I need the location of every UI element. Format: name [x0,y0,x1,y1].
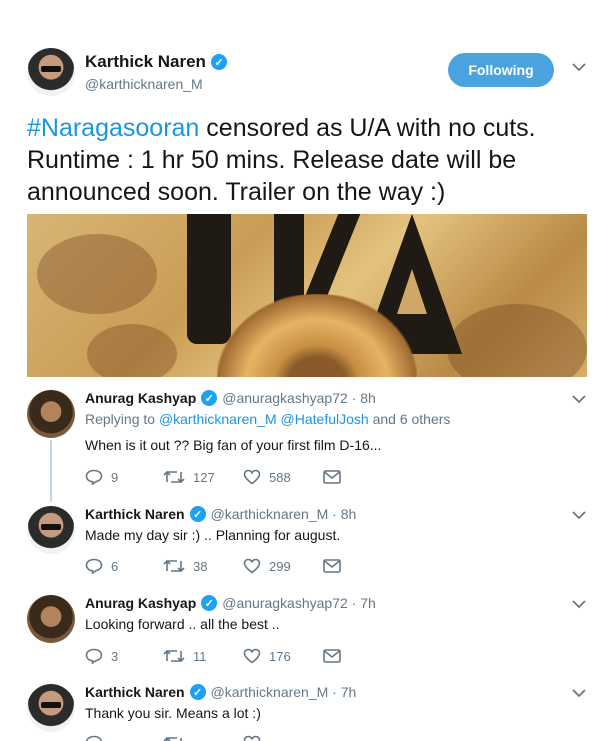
heart-icon [243,469,261,485]
reply-action[interactable] [85,735,163,741]
reply-action[interactable]: 3 [85,648,163,664]
retweet-action[interactable]: 38 [163,558,243,574]
chevron-down-icon[interactable] [572,62,586,72]
retweet-icon [163,470,185,484]
reply-text: Made my day sir :) .. Planning for augus… [85,527,341,543]
reply-author-handle[interactable]: @anuragkashyap72 · 8h [222,390,376,406]
verified-badge-icon: ✓ [201,390,218,406]
reply-author-handle[interactable]: @karthicknaren_M · 8h [211,506,357,522]
chevron-down-icon[interactable] [572,510,586,520]
chevron-down-icon[interactable] [572,688,586,698]
avatar[interactable] [27,48,75,96]
verified-badge-icon: ✓ [189,506,206,522]
retweet-icon [163,736,182,741]
reply-icon [85,469,103,485]
avatar[interactable] [27,506,75,554]
avatar[interactable] [27,390,75,438]
chevron-down-icon[interactable] [572,394,586,404]
avatar[interactable] [27,684,75,732]
message-action[interactable] [323,470,341,484]
avatar[interactable] [27,595,75,643]
reply-action[interactable]: 6 [85,558,163,574]
hashtag-link[interactable]: #Naragasooran [27,114,199,142]
reply-tweet[interactable]: Karthick Naren ✓ @karthicknaren_M · 7h T… [27,684,587,741]
envelope-icon [323,559,341,573]
reply-icon [85,648,103,664]
author-name[interactable]: Karthick Naren ✓ [85,52,227,72]
retweet-icon [163,559,185,573]
reply-tweet[interactable]: Anurag Kashyap ✓ @anuragkashyap72 · 8h R… [27,390,587,500]
reply-author-name[interactable]: Anurag Kashyap [85,390,196,406]
main-tweet-header: Karthick Naren ✓ @karthicknaren_M Follow… [27,48,587,98]
reply-action[interactable]: 9 [85,469,163,485]
reply-author-handle[interactable]: @anuragkashyap72 · 7h [222,595,376,611]
reply-author-handle[interactable]: @karthicknaren_M · 7h [211,684,357,700]
verified-badge-icon: ✓ [189,684,206,700]
heart-icon [243,648,261,664]
action-bar: 9 127 588 [85,469,341,485]
tweet-text: #Naragasooran censored as U/A with no cu… [27,114,536,206]
reply-author-name[interactable]: Karthick Naren [85,684,185,700]
action-bar [85,735,323,741]
retweet-icon [163,649,185,663]
action-bar: 6 38 299 [85,558,341,574]
retweet-action[interactable] [163,735,243,741]
reply-text: Looking forward .. all the best .. [85,616,280,632]
like-action[interactable]: 588 [243,469,323,485]
author-handle[interactable]: @karthicknaren_M [85,76,203,92]
reply-icon [85,558,103,574]
reply-tweet[interactable]: Anurag Kashyap ✓ @anuragkashyap72 · 7h L… [27,595,587,675]
like-action[interactable]: 176 [243,648,323,664]
mention-link[interactable]: @karthicknaren_M [159,411,277,427]
action-bar: 3 11 176 [85,648,341,664]
following-button[interactable]: Following [448,53,554,87]
verified-badge-icon: ✓ [201,595,218,611]
tweet-media-image[interactable] [27,214,587,377]
reply-author-name[interactable]: Anurag Kashyap [85,595,196,611]
reply-text: Thank you sir. Means a lot :) [85,705,261,721]
verified-badge-icon: ✓ [210,54,227,70]
reply-icon [85,735,103,741]
reply-text: When is it out ?? Big fan of your first … [85,437,382,453]
like-action[interactable] [243,735,323,741]
envelope-icon [323,649,341,663]
reply-tweet[interactable]: Karthick Naren ✓ @karthicknaren_M · 8h M… [27,506,587,586]
replying-to: Replying to @karthicknaren_M @HatefulJos… [85,411,451,427]
retweet-action[interactable]: 127 [163,469,243,485]
chevron-down-icon[interactable] [572,599,586,609]
mention-link[interactable]: @HatefulJosh [281,411,369,427]
heart-icon [243,735,261,741]
envelope-icon [323,470,341,484]
message-action[interactable] [323,559,341,573]
retweet-action[interactable]: 11 [163,648,243,664]
message-action[interactable] [323,649,341,663]
like-action[interactable]: 299 [243,558,323,574]
heart-icon [243,558,261,574]
reply-author-name[interactable]: Karthick Naren [85,506,185,522]
